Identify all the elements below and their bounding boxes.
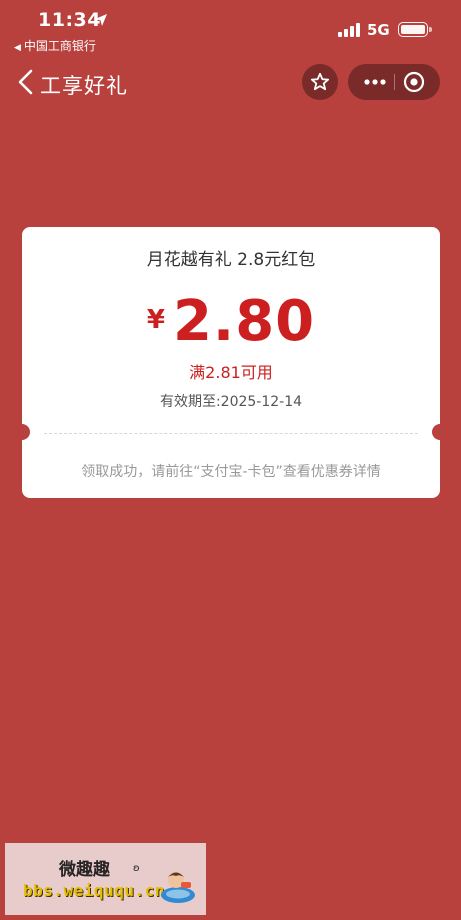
valid-until: 有效期至:2025-12-14 [159, 394, 303, 410]
capsule-divider [394, 74, 395, 90]
star-icon [310, 72, 330, 91]
status-bar: 11:34 ◀ 中国工商银行 5G [0, 0, 461, 58]
status-time: 11:34 [38, 9, 101, 31]
signal-icon [338, 22, 362, 41]
network-type: 5G [367, 21, 390, 39]
favorite-button[interactable] [302, 64, 338, 100]
ticket-notch-left [22, 424, 30, 440]
mini-program-capsule [348, 64, 440, 100]
mascot-icon [157, 865, 199, 911]
usage-threshold: 满2.81可用 [189, 363, 273, 382]
battery-icon [398, 22, 432, 37]
nav-bar: 工享好礼 [0, 60, 461, 104]
back-chevron-icon[interactable] [16, 68, 40, 96]
site-watermark: 微趣趣 ʚ bbs.weiququ.cn [5, 843, 206, 915]
coupon-title: 月花越有礼 2.8元红包 [146, 250, 316, 270]
back-app-label: 中国工商银行 [23, 39, 96, 53]
close-target-icon[interactable] [402, 70, 426, 94]
success-tip: 领取成功，请前往“支付宝-卡包”查看优惠券详情 [81, 464, 381, 480]
currency-symbol: ¥ [146, 305, 165, 335]
back-triangle-icon: ◀ [14, 43, 21, 53]
sparkle-icon: ʚ [133, 863, 140, 874]
coupon-card: 月花越有礼 2.8元红包 ¥2.80 满2.81可用 有效期至:2025-12-… [22, 227, 440, 498]
watermark-title: 微趣趣 [59, 860, 110, 880]
page-title: 工享好礼 [40, 74, 128, 98]
watermark-url: bbs.weiququ.cn [23, 881, 165, 900]
location-arrow-icon [94, 12, 108, 31]
amount-value: 2.80 [172, 289, 316, 354]
coupon-amount: ¥2.80 [22, 289, 440, 354]
more-icon[interactable] [360, 64, 390, 100]
divider [44, 433, 418, 434]
back-to-app-link[interactable]: ◀ 中国工商银行 [14, 37, 96, 54]
ticket-notch-right [432, 424, 440, 440]
